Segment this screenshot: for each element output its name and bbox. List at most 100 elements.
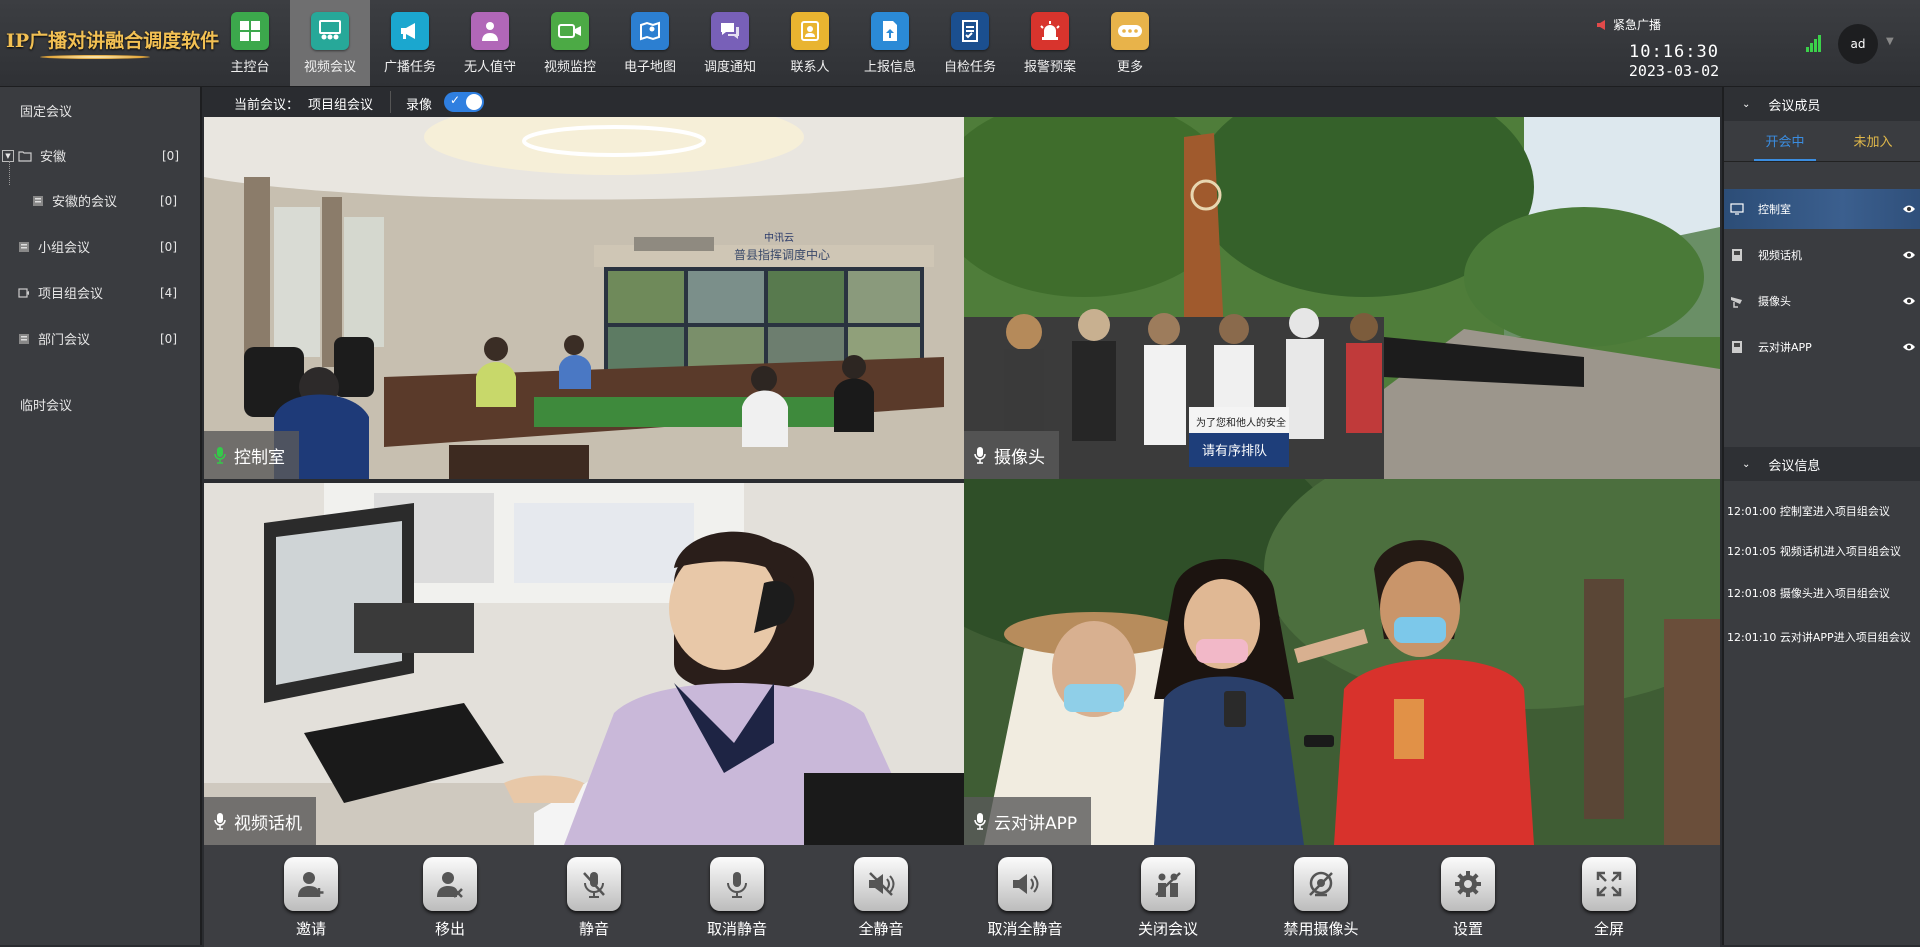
- nav-item-dashboard[interactable]: 主控台: [210, 0, 290, 86]
- phone-app-icon: [1732, 341, 1742, 353]
- tree-item-count: [0]: [160, 239, 177, 254]
- tile-label-bar: 控制室: [204, 431, 299, 479]
- signal-icon: [1806, 35, 1821, 52]
- nav-label: 视频监控: [543, 60, 596, 75]
- nav-label: 报警预案: [1023, 60, 1076, 75]
- fixed-meeting-title[interactable]: 固定会议: [20, 101, 72, 120]
- tool-label: 全屏: [1593, 920, 1624, 938]
- nav-item-video-monitor[interactable]: 视频监控: [530, 0, 610, 86]
- tree-item-label: 项目组会议: [38, 287, 104, 302]
- map-icon: [631, 12, 669, 50]
- nav-item-dispatch-notice[interactable]: 调度通知: [690, 0, 770, 86]
- nav-item-more[interactable]: 更多: [1090, 0, 1170, 86]
- nav-item-broadcast[interactable]: 广播任务: [370, 0, 450, 86]
- close-meeting-icon: [1141, 857, 1195, 911]
- mute-all-button[interactable]: 全静音: [821, 857, 941, 939]
- nav-label: 电子地图: [623, 60, 676, 75]
- fullscreen-button[interactable]: 全屏: [1549, 857, 1669, 939]
- tree-item-project[interactable]: 项目组会议 [4]: [18, 283, 192, 302]
- speaker-icon: [1597, 19, 1605, 30]
- tree-item-label: 安徽的会议: [52, 195, 118, 210]
- tile-label: 视频话机: [234, 813, 302, 834]
- nav-label: 无人值守: [463, 60, 516, 75]
- nav-item-video-meeting[interactable]: 视频会议: [290, 0, 370, 86]
- nav-label: 调度通知: [703, 60, 756, 75]
- tile-label: 云对讲APP: [994, 813, 1078, 834]
- toggle-knob: [466, 94, 482, 110]
- camera-off-icon: [1294, 857, 1348, 911]
- monitor-icon: [1730, 203, 1744, 215]
- tool-label: 关闭会议: [1137, 920, 1198, 938]
- meeting-side-panel: ⌄ 会议成员 开会中 未加入 控制室 视频话机 摄像头 云对讲APP ⌄ 会议信…: [1722, 87, 1920, 945]
- nav-label: 上报信息: [863, 60, 916, 75]
- close-meeting-button[interactable]: 关闭会议: [1108, 857, 1228, 939]
- tab-not-joined[interactable]: 未加入: [1842, 131, 1904, 159]
- temp-meeting-title[interactable]: 临时会议: [20, 395, 72, 414]
- collapse-toggle-icon[interactable]: ▼: [2, 149, 14, 162]
- monitor-wall-sign: 普县指挥调度中心: [734, 247, 830, 262]
- tree-item-anhui[interactable]: ▼ 安徽 [0]: [2, 146, 192, 165]
- tree-item-group[interactable]: 小组会议 [0]: [18, 237, 192, 256]
- tool-label: 禁用摄像头: [1283, 920, 1359, 938]
- tab-in-meeting[interactable]: 开会中: [1754, 131, 1816, 161]
- tree-item-count: [0]: [160, 193, 177, 208]
- queue-sign-line1: 为了您和他人的安全: [1196, 416, 1286, 429]
- tool-label: 邀请: [295, 920, 326, 938]
- emergency-broadcast-button[interactable]: 紧急广播: [1596, 16, 1661, 33]
- tree-connector-line: [9, 161, 11, 185]
- unmute-all-button[interactable]: 取消全静音: [965, 857, 1085, 939]
- disable-camera-button[interactable]: 禁用摄像头: [1261, 857, 1381, 939]
- tree-item-count: [0]: [160, 331, 177, 346]
- remove-user-icon: [423, 857, 477, 911]
- brand-sign: 中讯云: [764, 231, 794, 244]
- speaker-on-icon: [998, 857, 1052, 911]
- eye-icon[interactable]: [1902, 204, 1916, 214]
- member-row-control-room[interactable]: 控制室: [1724, 189, 1920, 229]
- user-avatar[interactable]: ad: [1838, 24, 1878, 64]
- eye-icon[interactable]: [1902, 296, 1916, 306]
- nav-item-unattended[interactable]: 无人值守: [450, 0, 530, 86]
- tree-item-department[interactable]: 部门会议 [0]: [18, 329, 192, 348]
- nav-item-contacts[interactable]: 联系人: [770, 0, 850, 86]
- tab-in-meeting-label: 开会中: [1765, 135, 1805, 150]
- video-tile-videophone[interactable]: 视频话机: [204, 483, 964, 845]
- nav-item-self-check[interactable]: 自检任务: [930, 0, 1010, 86]
- member-row-camera[interactable]: 摄像头: [1724, 281, 1920, 321]
- nav-item-alarm[interactable]: 报警预案: [1010, 0, 1090, 86]
- dashboard-icon: [231, 12, 269, 50]
- tool-label: 取消静音: [706, 920, 767, 938]
- mic-icon: [710, 857, 764, 911]
- eye-icon[interactable]: [1902, 250, 1916, 260]
- video-tile-camera[interactable]: 为了您和他人的安全 请有序排队 摄像头: [964, 117, 1720, 479]
- clock-time: 10:16:30: [1629, 42, 1719, 62]
- tree-item-anhui-meeting[interactable]: 安徽的会议 [0]: [32, 191, 192, 210]
- video-tile-control-room[interactable]: 普县指挥调度中心 中讯云 控制室: [204, 117, 964, 479]
- speaker-mute-icon: [854, 857, 908, 911]
- record-toggle[interactable]: ✓: [444, 92, 484, 112]
- invite-button[interactable]: 邀请: [251, 857, 371, 939]
- video-tile-cloud-app[interactable]: 云对讲APP: [964, 479, 1720, 845]
- tile-label-bar: 视频话机: [204, 797, 316, 845]
- alarm-icon: [1031, 12, 1069, 50]
- members-section-header[interactable]: ⌄ 会议成员: [1724, 87, 1920, 121]
- nav-item-map[interactable]: 电子地图: [610, 0, 690, 86]
- record-label: 录像: [406, 98, 433, 113]
- video-meeting-small-icon: [18, 287, 29, 298]
- chevron-down-icon[interactable]: ▼: [1886, 36, 1894, 47]
- mute-button[interactable]: 静音: [534, 857, 654, 939]
- gear-icon: [1441, 857, 1495, 911]
- members-title: 会议成员: [1768, 98, 1821, 114]
- member-label: 控制室: [1758, 203, 1791, 216]
- tree-item-count: [4]: [160, 285, 177, 300]
- unmute-button[interactable]: 取消静音: [677, 857, 797, 939]
- settings-button[interactable]: 设置: [1408, 857, 1528, 939]
- member-label: 云对讲APP: [1758, 341, 1812, 354]
- nav-item-report[interactable]: 上报信息: [850, 0, 930, 86]
- info-section-header[interactable]: ⌄ 会议信息: [1724, 447, 1920, 481]
- video-meeting-icon: [311, 12, 349, 50]
- remove-button[interactable]: 移出: [390, 857, 510, 939]
- videophone-icon: [1732, 249, 1742, 261]
- member-row-videophone[interactable]: 视频话机: [1724, 235, 1920, 275]
- eye-icon[interactable]: [1902, 342, 1916, 352]
- member-row-cloud-app[interactable]: 云对讲APP: [1724, 327, 1920, 367]
